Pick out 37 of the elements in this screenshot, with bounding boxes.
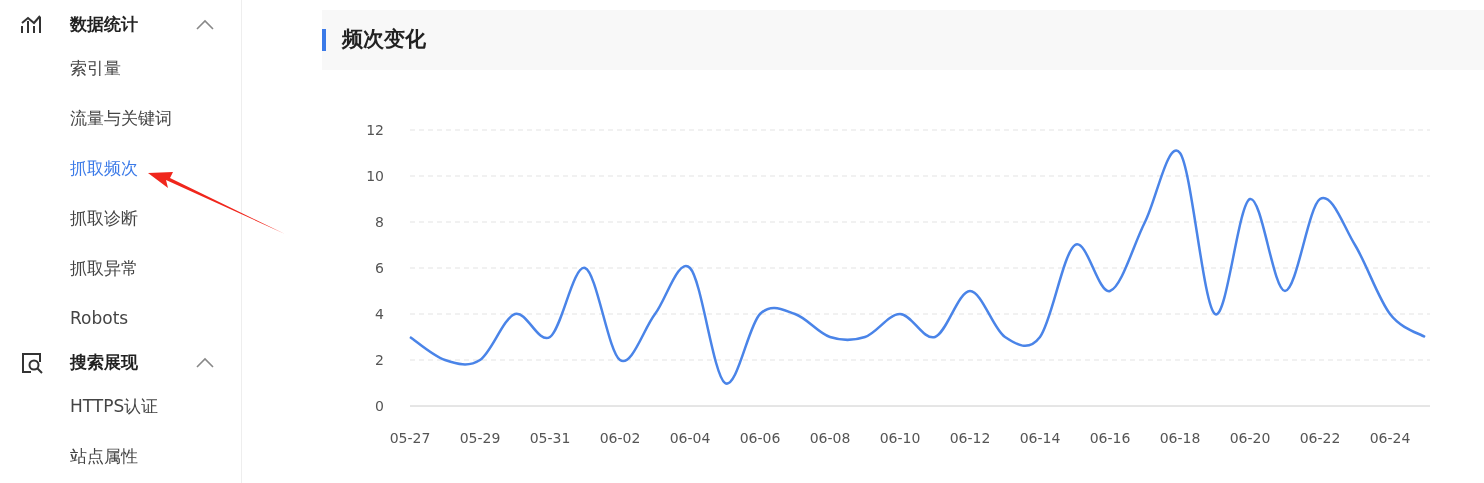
chart-icon (20, 15, 44, 35)
x-axis-label: 06-24 (1369, 430, 1411, 446)
x-axis-label: 05-29 (459, 430, 501, 446)
chevron-icon[interactable] (195, 19, 215, 31)
y-axis-label: 10 (366, 168, 384, 184)
x-axis-label: 06-08 (809, 430, 851, 446)
sidebar-item[interactable]: Robots (0, 294, 241, 344)
x-axis-label: 06-12 (949, 430, 991, 446)
y-axis-label: 0 (375, 398, 384, 414)
x-axis-label: 06-14 (1019, 430, 1061, 446)
x-axis-label: 06-18 (1159, 430, 1201, 446)
sidebar-item[interactable]: 流量与关键词 (0, 94, 241, 144)
group-title[interactable]: 数据统计 (70, 12, 195, 38)
x-axis-label: 06-16 (1089, 430, 1131, 446)
x-axis-label: 05-31 (529, 430, 571, 446)
x-axis-label: 06-06 (739, 430, 781, 446)
x-axis-label: 06-22 (1299, 430, 1341, 446)
sidebar-item[interactable]: HTTPS认证 (0, 382, 241, 432)
y-axis-label: 2 (375, 352, 384, 368)
sidebar-item[interactable]: 抓取诊断 (0, 194, 241, 244)
chevron-icon[interactable] (195, 357, 215, 369)
sidebar-item[interactable]: 站点属性 (0, 432, 241, 482)
y-axis-label: 4 (375, 306, 384, 322)
x-axis-label: 06-20 (1229, 430, 1271, 446)
y-axis-label: 12 (366, 122, 384, 138)
section-title: 频次变化 (342, 26, 426, 54)
y-axis-label: 8 (375, 214, 384, 230)
search-icon (20, 351, 44, 375)
sidebar-item[interactable]: 抓取异常 (0, 244, 241, 294)
x-axis-label: 06-10 (879, 430, 921, 446)
x-axis-label: 05-27 (389, 430, 431, 446)
x-axis-label: 06-02 (599, 430, 641, 446)
x-axis-label: 06-04 (669, 430, 711, 446)
y-axis-label: 6 (375, 260, 384, 276)
sidebar-item[interactable]: 抓取频次 (0, 144, 241, 194)
sidebar-item[interactable]: 索引量 (0, 44, 241, 94)
group-title[interactable]: 搜索展现 (70, 350, 195, 376)
